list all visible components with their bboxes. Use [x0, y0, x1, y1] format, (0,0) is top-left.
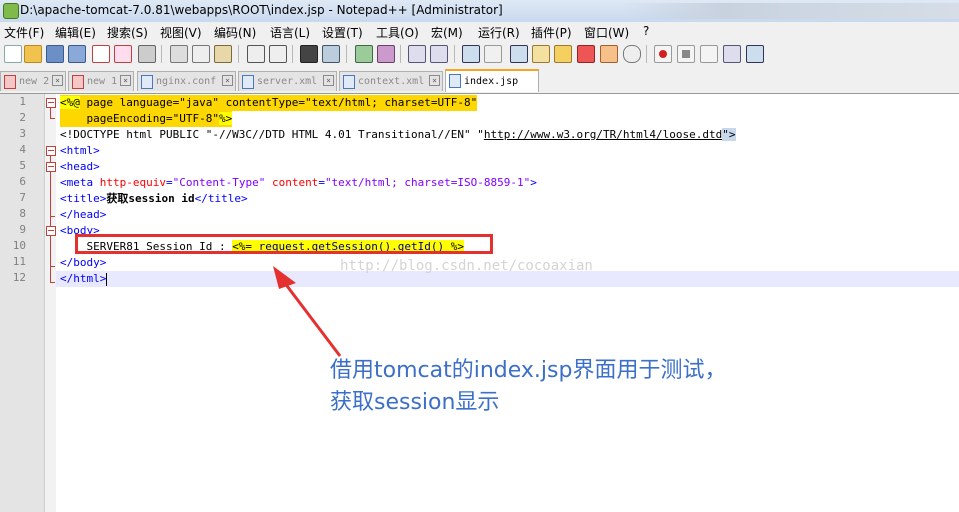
run-macro-multiple-icon[interactable] [723, 45, 741, 63]
tab-label: server.xml [257, 76, 318, 87]
toolbar-separator [292, 45, 293, 63]
tab-index-jsp[interactable]: index.jsp [445, 69, 539, 92]
menu-settings[interactable]: 设置(T) [322, 24, 363, 41]
tab-server-xml[interactable]: server.xml × [238, 71, 337, 91]
toolbar-separator [161, 45, 162, 63]
close-all-icon[interactable] [114, 45, 132, 63]
tab-nginx-conf[interactable]: nginx.conf × [137, 71, 236, 91]
undo-icon[interactable] [247, 45, 265, 63]
open-file-icon[interactable] [24, 45, 42, 63]
toolbar-separator [346, 45, 347, 63]
annotation-caption-line1: 借用tomcat的index.jsp界面用于测试， [330, 358, 727, 383]
sync-vertical-icon[interactable] [408, 45, 426, 63]
code-editor[interactable]: 1 2 3 4 5 6 7 8 9 10 11 12 <%@ page lang… [0, 94, 959, 512]
annotation-arrow-icon [273, 266, 342, 357]
window-title: D:\apache-tomcat-7.0.81\webapps\ROOT\ind… [20, 3, 503, 17]
find-icon[interactable] [300, 45, 318, 63]
close-tab-icon[interactable]: × [222, 75, 233, 86]
save-all-icon[interactable] [68, 45, 86, 63]
function-list-icon[interactable] [577, 45, 595, 63]
menu-language[interactable]: 语言(L) [270, 24, 310, 41]
close-tab-icon[interactable]: × [323, 75, 334, 86]
monitoring-icon[interactable] [623, 45, 641, 63]
menu-edit[interactable]: 编辑(E) [55, 24, 96, 41]
replace-icon[interactable] [322, 45, 340, 63]
tab-label: new 2 [19, 76, 50, 87]
record-macro-icon[interactable] [654, 45, 672, 63]
indent-guide-icon[interactable] [510, 45, 528, 63]
file-saved-icon [141, 75, 153, 89]
file-saved-icon [449, 74, 461, 88]
print-icon[interactable] [138, 45, 156, 63]
menu-search[interactable]: 搜索(S) [107, 24, 148, 41]
notepad-plus-plus-icon [3, 3, 19, 19]
toolbar-separator [454, 45, 455, 63]
zoom-in-icon[interactable] [355, 45, 373, 63]
title-bar: D:\apache-tomcat-7.0.81\webapps\ROOT\ind… [0, 0, 959, 23]
menu-macro[interactable]: 宏(M) [431, 24, 463, 41]
file-modified-icon [72, 75, 84, 89]
tab-new-1[interactable]: new 1 × [68, 71, 134, 91]
show-all-chars-icon[interactable] [484, 45, 502, 63]
save-macro-icon[interactable] [746, 45, 764, 63]
new-file-icon[interactable] [4, 45, 22, 63]
toolbar-separator [646, 45, 647, 63]
menu-run[interactable]: 运行(R) [478, 24, 520, 41]
sync-horizontal-icon[interactable] [430, 45, 448, 63]
copy-icon[interactable] [192, 45, 210, 63]
toolbar-separator [238, 45, 239, 63]
cut-icon[interactable] [170, 45, 188, 63]
title-bar-blurred-area [620, 3, 959, 19]
tab-context-xml[interactable]: context.xml × [339, 71, 443, 91]
paste-icon[interactable] [214, 45, 232, 63]
menu-plugins[interactable]: 插件(P) [531, 24, 572, 41]
tab-label: index.jsp [464, 76, 519, 87]
menu-tools[interactable]: 工具(O) [376, 24, 419, 41]
play-macro-icon[interactable] [700, 45, 718, 63]
tab-new-2[interactable]: new 2 × [0, 71, 66, 91]
word-wrap-icon[interactable] [462, 45, 480, 63]
file-saved-icon [242, 75, 254, 89]
menu-bar: 文件(F) 编辑(E) 搜索(S) 视图(V) 编码(N) 语言(L) 设置(T… [0, 22, 959, 40]
tab-bar: new 2 × new 1 × nginx.conf × server.xml … [0, 68, 959, 94]
stop-macro-icon[interactable] [677, 45, 695, 63]
menu-help[interactable]: ? [643, 24, 649, 38]
folder-workspace-icon[interactable] [600, 45, 618, 63]
file-modified-icon [4, 75, 16, 89]
menu-encoding[interactable]: 编码(N) [214, 24, 256, 41]
menu-view[interactable]: 视图(V) [160, 24, 202, 41]
close-tab-icon[interactable]: × [429, 75, 440, 86]
file-saved-icon [343, 75, 355, 89]
tab-label: nginx.conf [156, 76, 217, 87]
close-tab-icon[interactable]: × [52, 75, 63, 86]
save-icon[interactable] [46, 45, 64, 63]
menu-window[interactable]: 窗口(W) [584, 24, 629, 41]
user-language-icon[interactable] [532, 45, 550, 63]
menu-file[interactable]: 文件(F) [4, 24, 44, 41]
close-icon[interactable] [92, 45, 110, 63]
zoom-out-icon[interactable] [377, 45, 395, 63]
redo-icon[interactable] [269, 45, 287, 63]
close-tab-icon[interactable]: × [120, 75, 131, 86]
toolbar-separator [400, 45, 401, 63]
annotation-caption-line2: 获取session显示 [330, 390, 500, 415]
tab-label: context.xml [358, 76, 425, 87]
toolbar [0, 40, 959, 69]
tab-label: new 1 [87, 76, 118, 87]
doc-map-icon[interactable] [554, 45, 572, 63]
